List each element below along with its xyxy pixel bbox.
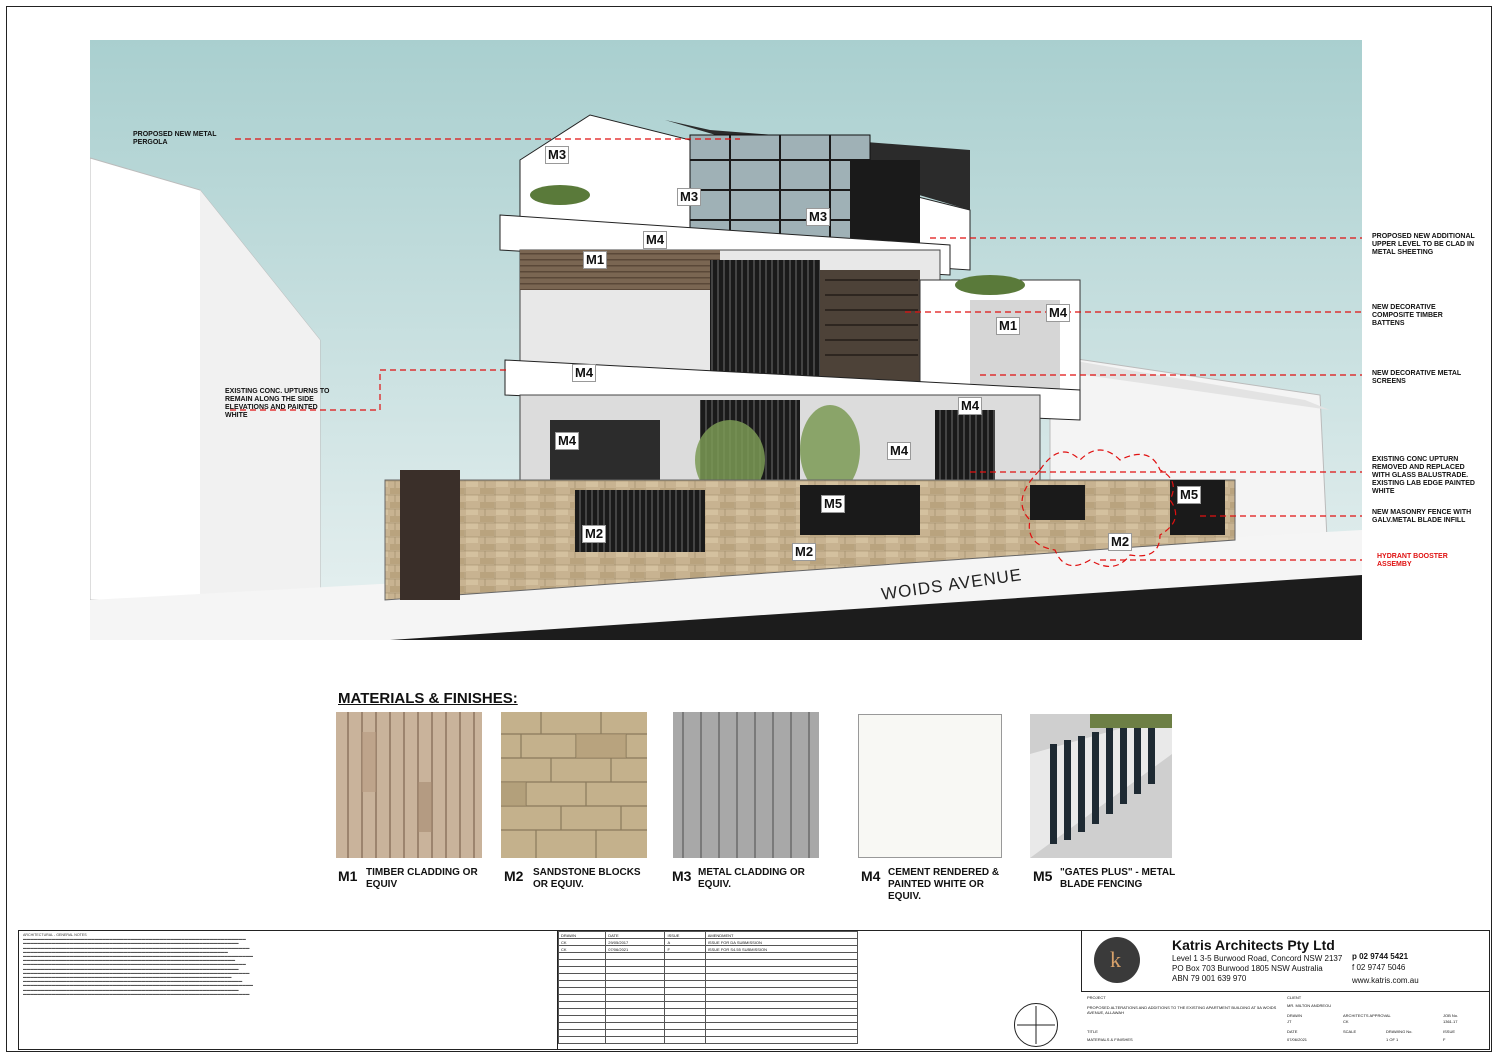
rev-header: DATE: [605, 931, 666, 939]
general-notes: ARCHITECTURAL - GENERAL NOTES ▬▬▬▬▬▬▬▬▬▬…: [23, 933, 553, 996]
project-text: PROPOSED ALTERATIONS AND ADDITIONS TO TH…: [1087, 1005, 1277, 1015]
callout-battens: NEW DECORATIVE COMPOSITE TIMBER BATTENS: [1372, 304, 1443, 327]
material-code: M2: [504, 868, 524, 884]
firm-address-2: PO Box 703 Burwood 1805 NSW Australia: [1172, 964, 1323, 973]
firm-phone: p 02 9744 5421: [1352, 952, 1409, 961]
project-block: PROJECT PROPOSED ALTERATIONS AND ADDITIO…: [1081, 991, 1489, 1049]
firm-name: Katris Architects Pty Ltd: [1172, 937, 1335, 953]
tag-m4: M4: [572, 364, 597, 382]
callout-screens: NEW DECORATIVE METAL SCREENS: [1372, 370, 1462, 385]
rev-cell: ISSUE FOR S4.55 SUBMISSION: [704, 945, 859, 953]
logo-letter: k: [1110, 947, 1121, 972]
rev-cell: CK: [557, 938, 607, 946]
material-code: M5: [1033, 868, 1053, 884]
tag-m3: M3: [677, 188, 702, 206]
rev-cell: ISSUE FOR DA SUBMISSION: [704, 938, 859, 946]
issue-label: ISSUE: [1443, 1029, 1456, 1034]
rev-cell: CK: [557, 945, 607, 953]
tag-m1: M1: [996, 317, 1021, 335]
client-label: CLIENT: [1287, 995, 1302, 1000]
job-label: JOB No.: [1443, 1013, 1459, 1018]
tag-m4: M4: [958, 397, 983, 415]
tag-m4: M4: [1046, 304, 1071, 322]
date-label: DATE: [1287, 1029, 1298, 1034]
date-value: 07/06/2021: [1287, 1037, 1308, 1042]
tag-m2: M2: [1108, 533, 1133, 551]
firm-block: k Katris Architects Pty Ltd Level 1 3-5 …: [1081, 931, 1490, 992]
firm-logo: k: [1094, 937, 1140, 983]
material-code: M3: [672, 868, 692, 884]
approval-value: CK: [1343, 1019, 1349, 1024]
swatch-render: [858, 714, 1002, 858]
firm-abn: ABN 79 001 639 970: [1172, 974, 1247, 983]
material-code: M4: [861, 868, 881, 884]
tag-m4: M4: [643, 231, 668, 249]
revision-table: DRAWN DATE ISSUE AMENDMENT CK 29/05/2017…: [557, 931, 1078, 1049]
notes-text-placeholder: ▬▬▬▬▬▬▬▬▬▬▬▬▬▬▬▬▬▬▬▬▬▬▬▬▬▬▬▬▬▬▬▬▬▬▬▬▬▬▬▬…: [23, 937, 253, 996]
tag-m4: M4: [555, 432, 580, 450]
client-text: MR. MILTON ANDREOU: [1287, 1003, 1332, 1008]
tag-m1: M1: [583, 251, 608, 269]
callout-upper-level: PROPOSED NEW ADDITIONAL UPPER LEVEL TO B…: [1372, 233, 1475, 256]
tag-m2: M2: [792, 543, 817, 561]
drawing-value: 1 OF 1: [1386, 1037, 1399, 1042]
material-label: TIMBER CLADDING OR EQUIV: [366, 867, 478, 890]
callout-fence: NEW MASONRY FENCE WITH GALV.METAL BLADE …: [1372, 509, 1472, 524]
firm-fax: f 02 9747 5046: [1352, 963, 1406, 972]
material-label: METAL CLADDING OR EQUIV.: [698, 867, 805, 890]
north-arrow-icon: [1014, 1003, 1058, 1047]
callout-upturns: EXISTING CONC. UPTURNS TO REMAIN ALONG T…: [225, 388, 330, 419]
building-render: [90, 40, 1362, 640]
rev-cell: 07/06/2021: [605, 945, 666, 953]
rev-cell: F: [664, 945, 706, 953]
title-block: ARCHITECTURAL - GENERAL NOTES ▬▬▬▬▬▬▬▬▬▬…: [18, 930, 1490, 1050]
tag-m3: M3: [545, 146, 570, 164]
tag-m5: M5: [821, 495, 846, 513]
tag-m2: M2: [582, 525, 607, 543]
title-label: TITLE: [1087, 1029, 1098, 1034]
drawn-label: DRAWN: [1287, 1013, 1302, 1018]
callout-hydrant: HYDRANT BOOSTER ASSEMBY: [1377, 553, 1448, 568]
job-value: 1361.17: [1443, 1019, 1458, 1024]
material-code: M1: [338, 868, 358, 884]
rev-header: DRAWN: [557, 931, 607, 939]
rev-cell: A: [664, 938, 706, 946]
rev-header: ISSUE: [664, 931, 706, 939]
material-label: "GATES PLUS" - METAL BLADE FENCING: [1060, 867, 1176, 890]
rev-cell: 29/05/2017: [605, 938, 666, 946]
drawing-label: DRAWING No.: [1386, 1029, 1413, 1034]
issue-value: F: [1443, 1037, 1446, 1042]
tag-m5: M5: [1177, 486, 1202, 504]
rev-header: AMENDMENT: [704, 931, 859, 939]
callout-pergola: PROPOSED NEW METAL PERGOLA: [133, 131, 217, 146]
materials-title: MATERIALS & FINISHES:: [338, 690, 518, 707]
swatch-blade-fencing: [1030, 714, 1172, 858]
swatch-metal: [673, 712, 819, 858]
approval-label: ARCHITECTS APPROVAL: [1343, 1013, 1391, 1018]
material-label: CEMENT RENDERED & PAINTED WHITE OR EQUIV…: [888, 867, 1000, 902]
material-label: SANDSTONE BLOCKS OR EQUIV.: [533, 867, 641, 890]
scale-label: SCALE: [1343, 1029, 1357, 1034]
firm-web: www.katris.com.au: [1352, 976, 1419, 985]
callout-upturn-removed: EXISTING CONC UPTURN REMOVED AND REPLACE…: [1372, 456, 1475, 495]
swatch-sandstone: [501, 712, 647, 858]
firm-address-1: Level 1 3-5 Burwood Road, Concord NSW 21…: [1172, 954, 1343, 963]
tag-m3: M3: [806, 208, 831, 226]
title-value: MATERIALS & FINISHES: [1087, 1037, 1133, 1042]
drawn-value: JT: [1287, 1019, 1292, 1024]
project-label: PROJECT: [1087, 995, 1106, 1000]
tag-m4: M4: [887, 442, 912, 460]
swatch-timber: [336, 712, 482, 858]
